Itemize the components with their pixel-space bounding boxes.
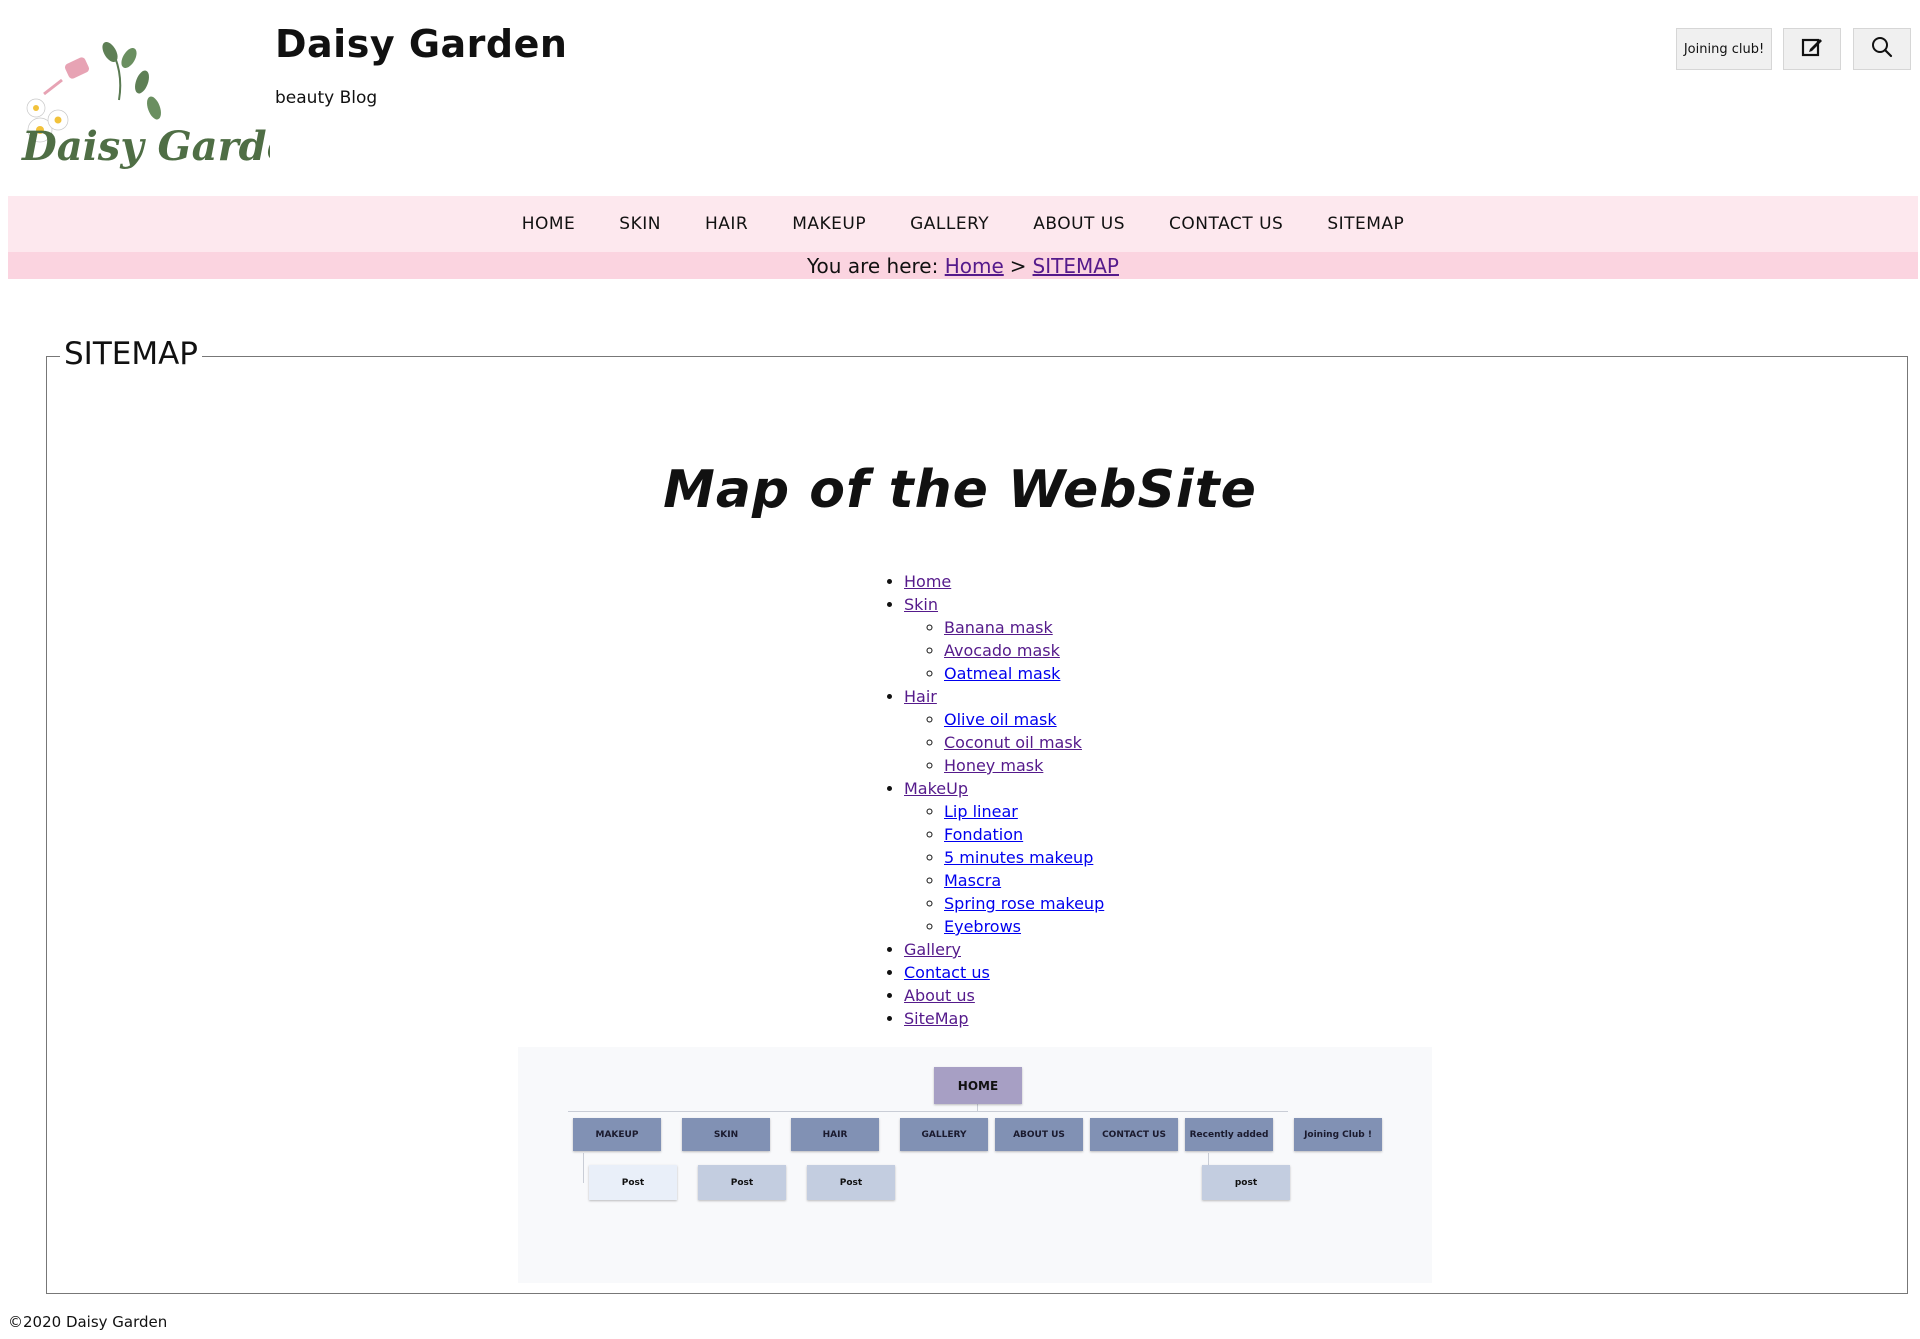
- sitemap-link-eyebrows[interactable]: Eyebrows: [944, 917, 1021, 936]
- sitemap-link-fondation[interactable]: Fondation: [944, 825, 1023, 844]
- sitemap-list: Home Skin Banana mask Avocado mask Oatme…: [866, 570, 1104, 1030]
- diagram-node-hair: HAIR: [791, 1118, 879, 1151]
- nav-item-contact-us[interactable]: CONTACT US: [1147, 214, 1305, 234]
- nav-item-sitemap[interactable]: SITEMAP: [1305, 214, 1426, 234]
- joining-club-label: Joining club!: [1683, 41, 1765, 57]
- diagram-node-makeup: MAKEUP: [573, 1118, 661, 1151]
- joining-club-button[interactable]: Joining club!: [1676, 28, 1772, 70]
- list-item: Lip linear: [944, 800, 1104, 823]
- sitemap-diagram: HOME MAKEUP SKIN HAIR GALLERY ABOUT US C…: [518, 1047, 1432, 1283]
- list-item: Fondation: [944, 823, 1104, 846]
- sitemap-link-5-minutes-makeup[interactable]: 5 minutes makeup: [944, 848, 1093, 867]
- list-item: 5 minutes makeup: [944, 846, 1104, 869]
- list-item: MakeUp Lip linear Fondation 5 minutes ma…: [904, 777, 1104, 938]
- logo-text: Daisy Garden: [21, 123, 270, 170]
- sitemap-link-coconut-oil-mask[interactable]: Coconut oil mask: [944, 733, 1082, 752]
- diagram-node-post: Post: [807, 1165, 895, 1200]
- diagram-node-about-us: ABOUT US: [995, 1118, 1083, 1151]
- sitemap-link-gallery[interactable]: Gallery: [904, 940, 961, 959]
- sitemap-link-spring-rose-makeup[interactable]: Spring rose makeup: [944, 894, 1104, 913]
- sitemap-link-sitemap[interactable]: SiteMap: [904, 1009, 968, 1028]
- main-nav: HOME SKIN HAIR MAKEUP GALLERY ABOUT US C…: [8, 196, 1918, 252]
- breadcrumb-prefix: You are here:: [807, 253, 939, 278]
- nav-item-about-us[interactable]: ABOUT US: [1011, 214, 1147, 234]
- nav-item-gallery[interactable]: GALLERY: [888, 214, 1011, 234]
- list-item: Coconut oil mask: [944, 731, 1104, 754]
- sitemap-link-honey-mask[interactable]: Honey mask: [944, 756, 1043, 775]
- diagram-node-skin: SKIN: [682, 1118, 770, 1151]
- diagram-node-gallery: GALLERY: [900, 1118, 988, 1151]
- list-item: Honey mask: [944, 754, 1104, 777]
- list-item: About us: [904, 984, 1104, 1007]
- diagram-node-post: Post: [589, 1165, 677, 1200]
- sitemap-link-banana-mask[interactable]: Banana mask: [944, 618, 1053, 637]
- diagram-node-post: Post: [698, 1165, 786, 1200]
- sitemap-link-home[interactable]: Home: [904, 572, 951, 591]
- sitemap-link-hair[interactable]: Hair: [904, 687, 937, 706]
- nav-item-home[interactable]: HOME: [500, 214, 598, 234]
- sitemap-link-skin[interactable]: Skin: [904, 595, 938, 614]
- nav-item-makeup[interactable]: MAKEUP: [770, 214, 888, 234]
- list-item: Oatmeal mask: [944, 662, 1104, 685]
- sitemap-link-avocado-mask[interactable]: Avocado mask: [944, 641, 1060, 660]
- breadcrumb: You are here: Home > SITEMAP: [8, 252, 1918, 279]
- diagram-node-post: post: [1202, 1165, 1290, 1200]
- list-item: Hair Olive oil mask Coconut oil mask Hon…: [904, 685, 1104, 777]
- list-item: Mascra: [944, 869, 1104, 892]
- list-item: Gallery: [904, 938, 1104, 961]
- sitemap-link-contact-us[interactable]: Contact us: [904, 963, 990, 982]
- nav-item-hair[interactable]: HAIR: [683, 214, 770, 234]
- sitemap-link-oatmeal-mask[interactable]: Oatmeal mask: [944, 664, 1060, 683]
- diagram-connector: [568, 1111, 1288, 1112]
- search-icon: [1870, 35, 1894, 63]
- edit-icon: [1800, 35, 1824, 63]
- list-item: Spring rose makeup: [944, 892, 1104, 915]
- footer-copyright: ©2020 Daisy Garden: [8, 1313, 168, 1331]
- diagram-node-contact-us: CONTACT US: [1090, 1118, 1178, 1151]
- list-item: Eyebrows: [944, 915, 1104, 938]
- breadcrumb-separator: >: [1009, 253, 1027, 278]
- list-item: Avocado mask: [944, 639, 1104, 662]
- diagram-node-joining-club: Joining Club !: [1294, 1118, 1382, 1151]
- page-title: Map of the WebSite: [663, 460, 1257, 520]
- diagram-node-home: HOME: [934, 1067, 1022, 1104]
- sitemap-link-makeup[interactable]: MakeUp: [904, 779, 968, 798]
- sitemap-link-lip-linear[interactable]: Lip linear: [944, 802, 1018, 821]
- nav-item-skin[interactable]: SKIN: [597, 214, 683, 234]
- site-logo[interactable]: Daisy Garden: [14, 30, 321, 180]
- sitemap-legend: SITEMAP: [60, 336, 202, 372]
- sitemap-link-about-us[interactable]: About us: [904, 986, 975, 1005]
- breadcrumb-current-link[interactable]: SITEMAP: [1033, 254, 1119, 278]
- site-title: Daisy Garden: [275, 22, 568, 66]
- list-item: SiteMap: [904, 1007, 1104, 1030]
- site-tagline: beauty Blog: [275, 88, 378, 108]
- diagram-node-recently-added: Recently added: [1185, 1118, 1273, 1151]
- daisy-logo-graphic: Daisy Garden: [21, 42, 321, 170]
- list-item: Banana mask: [944, 616, 1104, 639]
- list-item: Skin Banana mask Avocado mask Oatmeal ma…: [904, 593, 1104, 685]
- breadcrumb-home-link[interactable]: Home: [945, 254, 1004, 278]
- sitemap-link-mascra[interactable]: Mascra: [944, 871, 1001, 890]
- list-item: Olive oil mask: [944, 708, 1104, 731]
- edit-button[interactable]: [1783, 28, 1841, 70]
- site-header: Daisy Garden Daisy Garden beauty Blog Jo…: [0, 0, 1920, 196]
- list-item: Contact us: [904, 961, 1104, 984]
- sitemap-link-olive-oil-mask[interactable]: Olive oil mask: [944, 710, 1057, 729]
- search-button[interactable]: [1853, 28, 1911, 70]
- list-item: Home: [904, 570, 1104, 593]
- diagram-connector: [583, 1153, 584, 1183]
